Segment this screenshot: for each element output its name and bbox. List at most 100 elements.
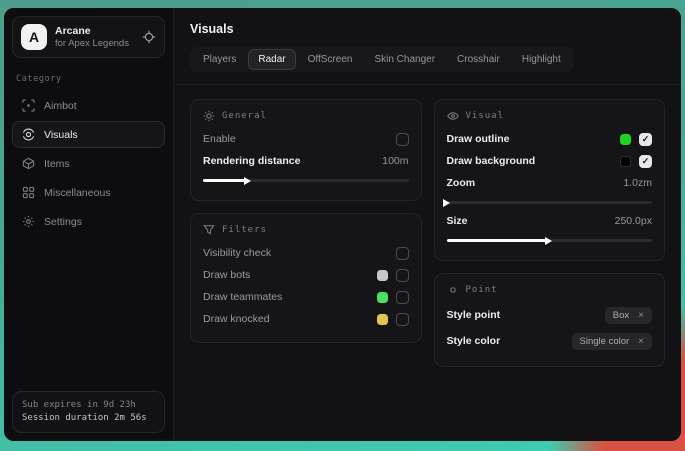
draw-teammates-label: Draw teammates (203, 291, 282, 303)
size-row: Size 250.0px (447, 210, 653, 232)
main-header: Visuals Players Radar OffScreen Skin Cha… (174, 8, 681, 85)
session-duration-text: Session duration 2m 56s (22, 412, 155, 425)
draw-bots-checkbox[interactable] (396, 269, 409, 282)
brand-logo: A (21, 24, 47, 50)
draw-background-label: Draw background (447, 155, 536, 167)
cube-icon (22, 157, 35, 170)
draw-teammates-color-swatch[interactable] (377, 292, 388, 303)
close-icon[interactable]: × (638, 336, 644, 347)
session-card: Sub expires in 9d 23h Session duration 2… (12, 391, 165, 433)
slider-thumb[interactable] (244, 177, 251, 185)
right-column: Visual Draw outline ✓ Draw background (434, 99, 666, 367)
general-card-title: General (222, 111, 267, 121)
sidebar-item-miscellaneous[interactable]: Miscellaneous (12, 179, 165, 206)
draw-outline-color-swatch[interactable] (620, 134, 631, 145)
draw-background-color-swatch[interactable] (620, 156, 631, 167)
funnel-icon (203, 224, 215, 236)
draw-knocked-color-swatch[interactable] (377, 314, 388, 325)
style-color-value: Single color (580, 336, 630, 347)
visuals-icon (22, 128, 35, 141)
point-card-header: Point (447, 284, 653, 296)
rendering-distance-slider[interactable] (203, 179, 409, 182)
gear-icon (22, 215, 35, 228)
draw-background-checkbox[interactable]: ✓ (639, 155, 652, 168)
sun-icon (203, 110, 215, 122)
page-title: Visuals (190, 22, 665, 36)
draw-knocked-checkbox[interactable] (396, 313, 409, 326)
zoom-row: Zoom 1.0zm (447, 172, 653, 194)
sidebar-item-label: Miscellaneous (44, 187, 111, 199)
sidebar-item-items[interactable]: Items (12, 150, 165, 177)
zoom-slider[interactable] (447, 201, 653, 204)
size-value: 250.0px (615, 215, 652, 227)
desktop-background: A Arcane for Apex Legends Category (0, 0, 685, 451)
sidebar-item-label: Settings (44, 216, 82, 228)
tab-players[interactable]: Players (193, 49, 246, 70)
style-point-row: Style point Box × (447, 302, 653, 328)
left-column: General Enable Rendering distance 100m (190, 99, 422, 343)
draw-outline-label: Draw outline (447, 133, 510, 145)
filters-card: Filters Visibility check Draw bots (190, 213, 422, 343)
close-icon[interactable]: × (638, 310, 644, 321)
draw-outline-checkbox[interactable]: ✓ (639, 133, 652, 146)
brand-card: A Arcane for Apex Legends (12, 16, 165, 58)
sidebar-item-label: Items (44, 158, 70, 170)
brand-subtitle: for Apex Legends (55, 38, 134, 50)
sidebar-spacer (12, 235, 165, 391)
tab-skin-changer[interactable]: Skin Changer (364, 49, 445, 70)
visibility-check-row: Visibility check (203, 242, 409, 264)
size-slider[interactable] (447, 239, 653, 242)
style-color-row: Style color Single color × (447, 328, 653, 354)
visibility-check-label: Visibility check (203, 247, 271, 259)
tab-crosshair[interactable]: Crosshair (447, 49, 510, 70)
enable-row: Enable (203, 128, 409, 150)
draw-outline-row: Draw outline ✓ (447, 128, 653, 150)
visual-card-header: Visual (447, 110, 653, 122)
aimbot-icon (22, 99, 35, 112)
brand-text: Arcane for Apex Legends (55, 25, 134, 50)
sidebar-item-visuals[interactable]: Visuals (12, 121, 165, 148)
visibility-check-checkbox[interactable] (396, 247, 409, 260)
content-area: General Enable Rendering distance 100m (174, 85, 681, 441)
sidebar-item-aimbot[interactable]: Aimbot (12, 92, 165, 119)
sidebar-item-label: Aimbot (44, 100, 77, 112)
main-panel: Visuals Players Radar OffScreen Skin Cha… (174, 8, 681, 441)
rendering-distance-label: Rendering distance (203, 155, 300, 167)
style-point-select[interactable]: Box × (605, 307, 652, 324)
sidebar-item-settings[interactable]: Settings (12, 208, 165, 235)
brand-title: Arcane (55, 25, 134, 37)
slider-fill (203, 179, 248, 182)
app-window: A Arcane for Apex Legends Category (4, 8, 681, 441)
draw-bots-color-swatch[interactable] (377, 270, 388, 281)
slider-fill (447, 239, 550, 242)
general-card: General Enable Rendering distance 100m (190, 99, 422, 201)
enable-checkbox[interactable] (396, 133, 409, 146)
slider-thumb[interactable] (443, 199, 450, 207)
tab-highlight[interactable]: Highlight (512, 49, 571, 70)
style-color-select[interactable]: Single color × (572, 333, 652, 350)
tab-radar[interactable]: Radar (248, 49, 295, 70)
style-point-value: Box (613, 310, 629, 321)
zoom-label: Zoom (447, 177, 476, 189)
crosshair-icon[interactable] (142, 30, 156, 44)
sidebar-item-label: Visuals (44, 129, 78, 141)
grid-icon (22, 186, 35, 199)
tab-offscreen[interactable]: OffScreen (298, 49, 363, 70)
draw-knocked-row: Draw knocked (203, 308, 409, 330)
draw-teammates-checkbox[interactable] (396, 291, 409, 304)
point-card-title: Point (466, 285, 498, 295)
zoom-value: 1.0zm (623, 177, 652, 189)
filters-card-header: Filters (203, 224, 409, 236)
sidebar-nav: Aimbot Visuals (12, 92, 165, 235)
draw-bots-label: Draw bots (203, 269, 250, 281)
dot-icon (447, 284, 459, 296)
slider-thumb[interactable] (545, 237, 552, 245)
sub-expiry-text: Sub expires in 9d 23h (22, 399, 155, 412)
visual-card-title: Visual (466, 111, 505, 121)
draw-knocked-label: Draw knocked (203, 313, 270, 325)
filters-card-title: Filters (222, 225, 267, 235)
eye-icon (447, 110, 459, 122)
style-point-label: Style point (447, 309, 501, 321)
rendering-distance-row: Rendering distance 100m (203, 150, 409, 172)
point-card: Point Style point Box × Style color (434, 273, 666, 367)
